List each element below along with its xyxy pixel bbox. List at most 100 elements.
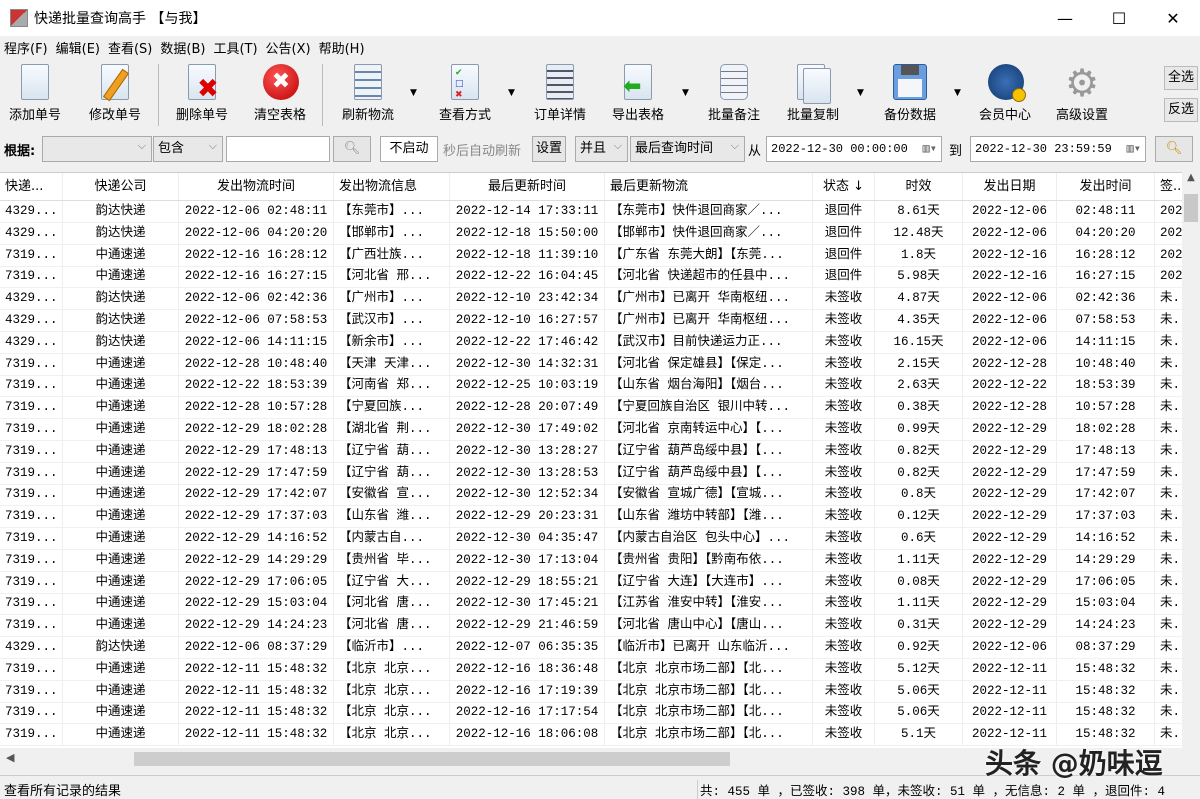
column-header-send-time-only[interactable]: 发出时间: [1057, 173, 1155, 200]
cell-duration: 0.31天: [875, 615, 963, 637]
column-header-send-time[interactable]: 发出物流时间: [179, 173, 334, 200]
auto-refresh-input[interactable]: 不启动: [380, 136, 438, 162]
menu-view[interactable]: 查看(S): [108, 38, 152, 57]
cell-send-date: 2022-12-06: [963, 222, 1057, 244]
order-detail-button[interactable]: 订单详情: [521, 64, 599, 123]
table-row[interactable]: 4329... 韵达快递 2022-12-06 14:11:15 【新余市】... 20…: [0, 331, 1182, 354]
copy-dropdown-arrow-icon[interactable]: ▼: [857, 88, 864, 98]
settings-button[interactable]: 设置: [532, 136, 566, 162]
table-row[interactable]: 7319... 中通速递 2022-12-16 16:27:15 【河北省 邢... 2…: [0, 266, 1182, 289]
calendar-dropdown-icon[interactable]: ▥▾: [1127, 137, 1141, 161]
from-datetime-picker[interactable]: 2022-12-30 00:00:00 ▥▾: [766, 136, 942, 162]
table-row[interactable]: 7319... 中通速递 2022-12-11 15:48:32 【北京 北京... 2…: [0, 658, 1182, 681]
time-field-select[interactable]: 最后查询时间: [630, 136, 745, 162]
table-row[interactable]: 7319... 中通速递 2022-12-22 18:53:39 【河南省 郑... 2…: [0, 375, 1182, 398]
calendar-dropdown-icon[interactable]: ▥▾: [923, 137, 937, 161]
view-mode-button[interactable]: ✔ □ ✖ 查看方式: [426, 64, 504, 123]
table-row[interactable]: 7319... 中通速递 2022-12-29 17:06:05 【辽宁省 大... 2…: [0, 571, 1182, 594]
table-row[interactable]: 7319... 中通速递 2022-12-16 16:28:12 【广西壮族... 20…: [0, 244, 1182, 267]
column-header-last-update-info[interactable]: 最后更新物流: [605, 173, 813, 200]
match-select[interactable]: 包含: [153, 136, 223, 162]
batch-note-button[interactable]: 批量备注: [695, 64, 773, 123]
horizontal-scroll-thumb[interactable]: [134, 752, 730, 766]
column-header-duration[interactable]: 时效: [875, 173, 963, 200]
field-select[interactable]: [42, 136, 152, 162]
column-header-tracking-number[interactable]: 快递...: [0, 173, 63, 200]
table-row[interactable]: 7319... 中通速递 2022-12-11 15:48:32 【北京 北京... 2…: [0, 702, 1182, 725]
advanced-settings-button[interactable]: ⚙ 高级设置: [1043, 64, 1121, 123]
cell-last-update-time: 2022-12-30 17:45:21: [450, 593, 605, 615]
cell-courier-company: 中通速递: [63, 615, 179, 637]
cell-send-time-only: 07:58:53: [1057, 310, 1155, 331]
export-table-button[interactable]: ⬅ 导出表格: [599, 64, 677, 123]
clear-table-button[interactable]: ✖ 清空表格: [241, 64, 319, 123]
backup-data-button[interactable]: 备份数据: [871, 64, 949, 123]
view-mode-dropdown-arrow-icon[interactable]: ▼: [508, 88, 515, 98]
refresh-logistics-button[interactable]: 刷新物流: [329, 64, 407, 123]
cell-send-time: 2022-12-06 02:42:36: [179, 288, 334, 310]
menu-help[interactable]: 帮助(H): [319, 38, 365, 57]
table-row[interactable]: 4329... 韵达快递 2022-12-06 04:20:20 【邯郸市】... 20…: [0, 222, 1182, 245]
table-row[interactable]: 7319... 中通速递 2022-12-29 15:03:04 【河北省 唐... 2…: [0, 593, 1182, 616]
cell-tracking-number: 7319...: [0, 266, 63, 288]
invert-selection-button[interactable]: 反选: [1164, 98, 1198, 122]
column-header-courier-company[interactable]: 快递公司: [63, 173, 179, 200]
table-row[interactable]: 7319... 中通速递 2022-12-29 17:48:13 【辽宁省 葫... 2…: [0, 440, 1182, 463]
scroll-left-icon[interactable]: ◀: [6, 751, 14, 764]
table-row[interactable]: 4329... 韵达快递 2022-12-06 02:42:36 【广州市】... 20…: [0, 288, 1182, 311]
table-row[interactable]: 4329... 韵达快递 2022-12-06 07:58:53 【武汉市】... 20…: [0, 310, 1182, 332]
vertical-scroll-thumb[interactable]: [1184, 194, 1198, 222]
logic-select[interactable]: 并且: [575, 136, 628, 162]
table-header[interactable]: 快递... 快递公司 发出物流时间 发出物流信息 最后更新时间 最后更新物流 状态 ↓ 时效发…: [0, 173, 1182, 201]
scroll-up-icon[interactable]: ▲: [1182, 172, 1200, 183]
to-datetime-picker[interactable]: 2022-12-30 23:59:59 ▥▾: [970, 136, 1146, 162]
export-dropdown-arrow-icon[interactable]: ▼: [682, 88, 689, 98]
cell-signed: 未...: [1155, 354, 1182, 375]
table-row[interactable]: 7319... 中通速递 2022-12-29 14:29:29 【贵州省 毕... 2…: [0, 549, 1182, 572]
table-row[interactable]: 4329... 韵达快递 2022-12-06 02:48:11 【东莞市】... 20…: [0, 201, 1182, 223]
member-center-button[interactable]: 会员中心: [966, 64, 1044, 123]
cell-status: 未签收: [813, 571, 875, 593]
menu-edit[interactable]: 编辑(E): [56, 38, 100, 57]
column-header-last-update-time[interactable]: 最后更新时间: [450, 173, 605, 200]
edit-number-button[interactable]: 修改单号: [76, 64, 154, 123]
table-row[interactable]: 7319... 中通速递 2022-12-29 17:37:03 【山东省 潍... 2…: [0, 506, 1182, 529]
table-row[interactable]: 7319... 中通速递 2022-12-29 14:16:52 【内蒙古自... 20…: [0, 528, 1182, 550]
table-row[interactable]: 7319... 中通速递 2022-12-29 17:47:59 【辽宁省 葫... 2…: [0, 462, 1182, 485]
menu-notice[interactable]: 公告(X): [266, 38, 311, 57]
cell-send-time: 2022-12-22 18:53:39: [179, 375, 334, 397]
table-row[interactable]: 7319... 中通速递 2022-12-29 18:02:28 【湖北省 荆... 2…: [0, 419, 1182, 441]
table-row[interactable]: 7319... 中通速递 2022-12-11 15:48:32 【北京 北京... 2…: [0, 680, 1182, 703]
cell-courier-company: 中通速递: [63, 702, 179, 724]
delete-number-button[interactable]: ✖ 删除单号: [163, 64, 241, 123]
table-row[interactable]: 7319... 中通速递 2022-12-29 14:24:23 【河北省 唐... 2…: [0, 615, 1182, 638]
watermark: 头条 @奶味逗: [985, 747, 1163, 780]
table-row[interactable]: 4329... 韵达快递 2022-12-06 08:37:29 【临沂市】... 20…: [0, 637, 1182, 659]
backup-dropdown-arrow-icon[interactable]: ▼: [954, 88, 961, 98]
table-row[interactable]: 7319... 中通速递 2022-12-28 10:48:40 【天津 天津... 2…: [0, 353, 1182, 376]
menu-data[interactable]: 数据(B): [160, 38, 205, 57]
cell-send-time-only: 17:37:03: [1057, 506, 1155, 528]
cell-status: 未签收: [813, 440, 875, 462]
menu-tools[interactable]: 工具(T): [213, 38, 257, 57]
vertical-scrollbar[interactable]: ▲: [1182, 172, 1200, 748]
search-button[interactable]: 🔍︎: [333, 136, 371, 162]
batch-copy-button[interactable]: 批量复制: [774, 64, 852, 123]
menu-program[interactable]: 程序(F): [4, 38, 48, 57]
select-all-button[interactable]: 全选: [1164, 66, 1198, 90]
column-header-send-info[interactable]: 发出物流信息: [334, 173, 450, 200]
cell-signed: 未...: [1155, 572, 1182, 593]
column-header-signed[interactable]: 签...: [1155, 173, 1182, 200]
cell-signed: 未...: [1155, 463, 1182, 484]
query-button[interactable]: 🔍︎: [1155, 136, 1193, 162]
column-header-send-date[interactable]: 发出日期: [963, 173, 1057, 200]
minimize-button[interactable]: —: [1038, 0, 1092, 36]
column-header-status[interactable]: 状态 ↓: [813, 173, 875, 200]
keyword-input[interactable]: [226, 136, 330, 162]
close-button[interactable]: ✕: [1146, 0, 1200, 36]
table-row[interactable]: 7319... 中通速递 2022-12-29 17:42:07 【安徽省 宣... 2…: [0, 484, 1182, 507]
table-row[interactable]: 7319... 中通速递 2022-12-28 10:57:28 【宁夏回族... 20…: [0, 397, 1182, 420]
add-number-button[interactable]: 添加单号: [0, 64, 74, 123]
maximize-button[interactable]: ☐: [1092, 0, 1146, 36]
refresh-dropdown-arrow-icon[interactable]: ▼: [410, 88, 417, 98]
